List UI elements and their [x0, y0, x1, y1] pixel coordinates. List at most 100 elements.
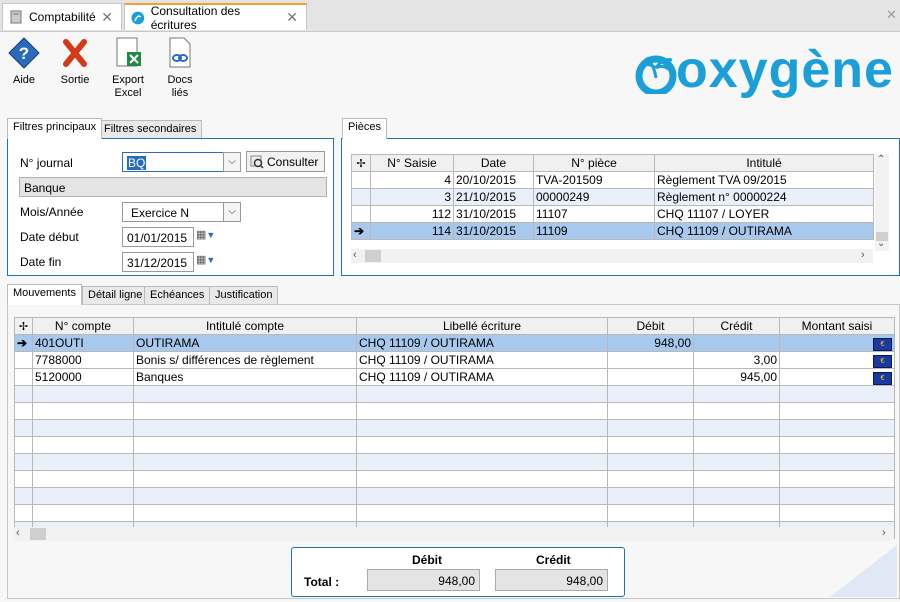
journal-label: N° journal [20, 156, 73, 170]
total-debit-header: Débit [412, 553, 442, 567]
tab-consultation[interactable]: Consultation des écritures ✕ [124, 3, 307, 32]
tab-label: Consultation des écritures [150, 3, 241, 32]
decorative-corner-shape [830, 545, 897, 597]
linked-docs-button[interactable]: Docs liés [158, 36, 202, 100]
help-label: Aide [12, 74, 36, 86]
close-icon[interactable]: ✕ [101, 9, 113, 26]
filters-panel: N° journal BQ ⌵ Consulter Banque Mois/An… [7, 138, 334, 276]
period-label: Mois/Année [20, 205, 84, 219]
col-credit[interactable]: Crédit [693, 317, 780, 335]
movements-horizontal-scrollbar[interactable]: ‹ › [14, 527, 894, 541]
period-select[interactable]: Exercice N [122, 202, 225, 222]
linked-document-icon [169, 37, 191, 68]
add-row-icon[interactable]: ✢ [14, 317, 33, 335]
empty-row [14, 487, 895, 505]
tab-detail-ligne[interactable]: Détail ligne [82, 286, 149, 305]
pieces-panel: ✢ N° Saisie Date N° pièce Intitulé 4 20/1… [341, 138, 900, 276]
oxygene-logo: oxygène [632, 41, 894, 100]
export-label: Export [112, 74, 144, 86]
col-debit[interactable]: Débit [607, 317, 694, 335]
table-row[interactable]: 3 21/10/2015 00000249 Règlement n° 00000224 [351, 188, 874, 206]
close-icon[interactable]: ✕ [286, 9, 298, 26]
start-date-input[interactable]: 01/01/2015 [122, 227, 194, 247]
calculator-icon [10, 10, 22, 24]
docs-label-2: liés [171, 87, 189, 99]
tab-pieces[interactable]: Pièces [342, 118, 388, 139]
scroll-thumb[interactable] [365, 250, 381, 262]
document-tab-bar: Comptabilité ✕ Consultation des écriture… [0, 0, 900, 32]
total-label: Total : [304, 575, 340, 589]
total-credit-value: 948,00 [495, 569, 608, 591]
col-piece[interactable]: N° pièce [533, 154, 655, 172]
chevron-up-icon[interactable]: ⌃ [877, 154, 885, 165]
pieces-header-row: ✢ N° Saisie Date N° pièce Intitulé [351, 154, 874, 172]
euro-flag-icon: € [873, 355, 892, 368]
period-dropdown[interactable]: ⌵ [223, 202, 241, 222]
col-montant-saisi[interactable]: Montant saisi [779, 317, 895, 335]
calendar-icon[interactable]: ▦▼ [196, 228, 215, 241]
tab-echeances[interactable]: Echéances [144, 286, 211, 305]
tab-justification[interactable]: Justification [209, 286, 279, 305]
exit-button[interactable]: Sortie [53, 36, 97, 87]
tab-secondary-filters[interactable]: Filtres secondaires [98, 120, 203, 139]
row-pointer-icon: ➔ [351, 222, 371, 240]
consult-label: Consulter [267, 155, 319, 169]
scroll-thumb[interactable] [30, 528, 46, 540]
journal-input[interactable]: BQ [122, 152, 224, 172]
col-libelle[interactable]: Libellé écriture [356, 317, 608, 335]
search-icon [250, 155, 264, 169]
export-label-2: Excel [114, 87, 142, 99]
help-icon: ? [8, 37, 40, 69]
tab-label: Comptabilité [29, 10, 96, 24]
chevron-right-icon[interactable]: › [861, 249, 865, 261]
empty-row [14, 436, 895, 454]
add-row-icon[interactable]: ✢ [351, 154, 371, 172]
empty-row [14, 453, 895, 471]
table-row[interactable]: 5120000 Banques CHQ 11109 / OUTIRAMA 945,0… [14, 368, 895, 386]
euro-flag-icon: € [873, 338, 892, 351]
chevron-down-icon: ⌵ [228, 206, 236, 217]
empty-row [14, 385, 895, 403]
chevron-right-icon[interactable]: › [882, 527, 886, 539]
logo-text: oxygène [676, 41, 894, 99]
palm-logo-icon [635, 55, 677, 94]
tab-mouvements[interactable]: Mouvements [7, 284, 82, 305]
pieces-horizontal-scrollbar[interactable]: ‹ › [351, 249, 873, 263]
table-row[interactable]: 112 31/10/2015 11107 CHQ 11107 / LOYER [351, 205, 874, 223]
empty-row [14, 470, 895, 488]
empty-row [14, 402, 895, 420]
journal-name-field: Banque [19, 177, 327, 197]
total-debit-value: 948,00 [367, 569, 480, 591]
movements-grid: ✢ N° compte Intitulé compte Libellé écri… [14, 317, 895, 539]
calendar-icon[interactable]: ▦▼ [196, 253, 215, 266]
tab-comptabilite[interactable]: Comptabilité ✕ [2, 3, 122, 30]
movements-panel: ✢ N° compte Intitulé compte Libellé écri… [7, 304, 900, 599]
col-compte[interactable]: N° compte [32, 317, 134, 335]
table-row[interactable]: 7788000 Bonis s/ différences de règlement… [14, 351, 895, 369]
chevron-left-icon[interactable]: ‹ [16, 527, 20, 539]
col-intitule[interactable]: Intitulé [654, 154, 874, 172]
export-excel-button[interactable]: Export Excel [106, 36, 150, 100]
col-date[interactable]: Date [453, 154, 534, 172]
journal-dropdown[interactable]: ⌵ [223, 152, 241, 172]
close-all-icon[interactable]: ✕ [886, 7, 897, 23]
tab-main-filters[interactable]: Filtres principaux [7, 118, 103, 139]
oxygene-app-icon [131, 11, 145, 24]
table-row[interactable]: 4 20/10/2015 TVA-201509 Règlement TVA 09/20… [351, 171, 874, 189]
movements-header-row: ✢ N° compte Intitulé compte Libellé écri… [14, 317, 895, 335]
consult-button[interactable]: Consulter [246, 151, 325, 172]
table-row[interactable]: ➔ 401OUTI OUTIRAMA CHQ 11109 / OUTIRAMA 94… [14, 334, 895, 352]
start-date-label: Date début [20, 230, 79, 244]
pieces-vertical-scrollbar[interactable]: ⌃ ⌄ [875, 154, 889, 251]
scroll-thumb[interactable] [876, 232, 888, 241]
total-credit-header: Crédit [536, 553, 571, 567]
table-row[interactable]: ➔ 114 31/10/2015 11109 CHQ 11109 / OUTIRAMA [351, 222, 874, 240]
totals-box: Débit Crédit Total : 948,00 948,00 [291, 547, 625, 597]
chevron-left-icon[interactable]: ‹ [353, 249, 357, 261]
col-saisie[interactable]: N° Saisie [370, 154, 454, 172]
excel-icon [116, 37, 141, 67]
end-date-input[interactable]: 31/12/2015 [122, 252, 194, 272]
help-button[interactable]: ? Aide [2, 36, 46, 87]
empty-row [14, 504, 895, 522]
col-intitule-compte[interactable]: Intitulé compte [133, 317, 357, 335]
